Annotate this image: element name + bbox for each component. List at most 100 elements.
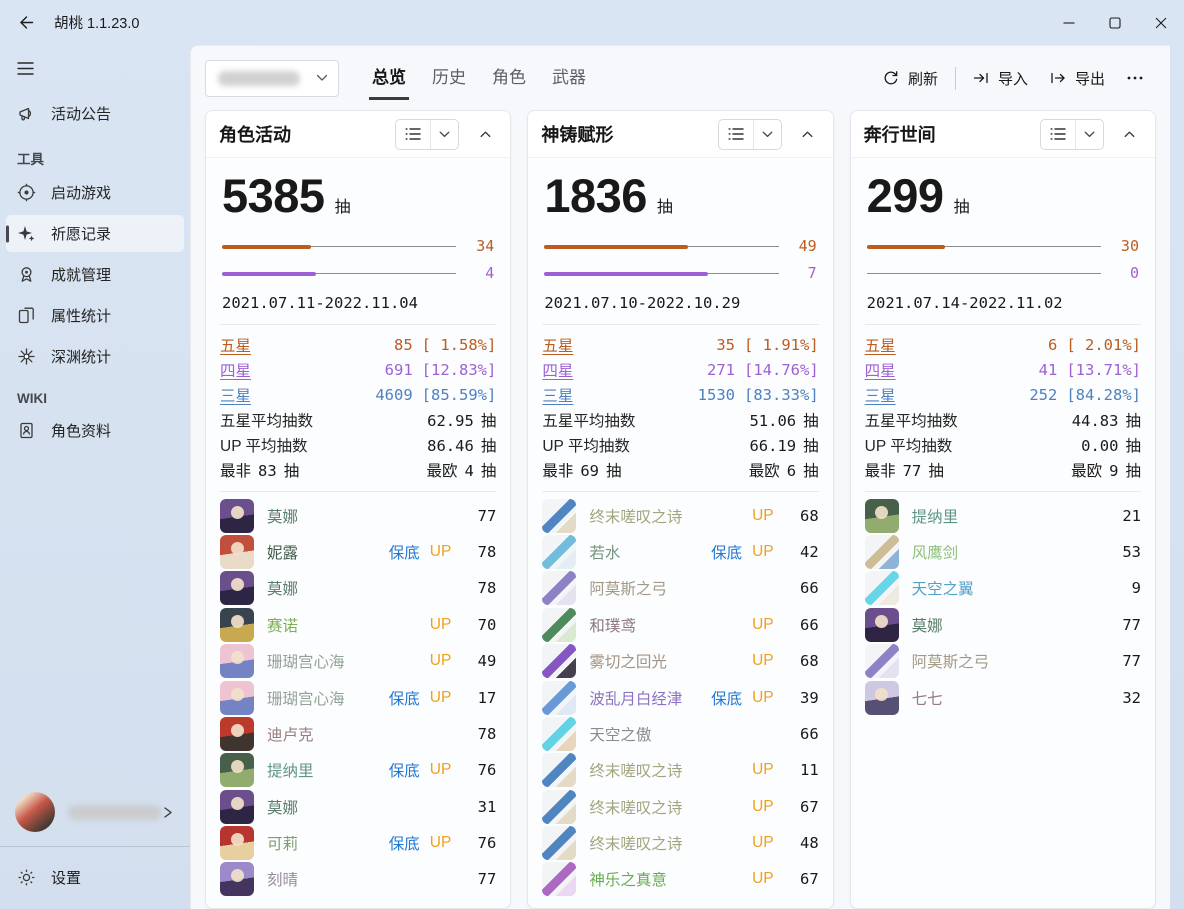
sidebar-item-label: 成就管理: [51, 264, 111, 285]
more-options-button[interactable]: [1116, 63, 1154, 93]
total-pulls-unit: 抽: [657, 193, 673, 217]
export-button[interactable]: 导出: [1039, 61, 1116, 96]
uid-selector-dropdown[interactable]: [205, 60, 339, 97]
item-portrait: [542, 681, 576, 715]
pity-bars: 49 7: [542, 237, 818, 282]
gacha-item-row[interactable]: 莫娜 77: [865, 607, 1141, 643]
stat-3star-label[interactable]: 三星: [542, 384, 573, 406]
gacha-item-row[interactable]: 神乐之真意 UP 67: [542, 861, 818, 897]
stat-3star-label[interactable]: 三星: [865, 384, 896, 406]
gacha-item-row[interactable]: 可莉 保底 UP 76: [220, 825, 496, 861]
gacha-item-row[interactable]: 天空之傲 66: [542, 716, 818, 752]
gacha-item-row[interactable]: 妮露 保底 UP 78: [220, 534, 496, 570]
tab-overview[interactable]: 总览: [369, 56, 409, 100]
item-name: 珊瑚宫心海: [267, 650, 345, 672]
stats-section: 五星 85[ 1.58%] 四星 691[12.83%] 三星 4609[85.…: [220, 324, 496, 482]
item-portrait: [542, 717, 576, 751]
pull-count: 21: [1108, 507, 1141, 525]
gacha-item-row[interactable]: 终末嗟叹之诗 UP 67: [542, 789, 818, 825]
item-name: 天空之翼: [912, 577, 974, 599]
item-portrait: [220, 571, 254, 605]
gacha-item-row[interactable]: 风鹰剑 53: [865, 534, 1141, 570]
stat-4star-label[interactable]: 四星: [865, 359, 896, 381]
collapse-card-button[interactable]: [1115, 119, 1145, 149]
close-button[interactable]: [1138, 0, 1184, 45]
tab-weapons[interactable]: 武器: [549, 56, 589, 100]
sidebar-item-launch-game[interactable]: 启动游戏: [6, 174, 184, 211]
gacha-item-row[interactable]: 阿莫斯之弓 66: [542, 570, 818, 606]
maximize-button[interactable]: [1092, 0, 1138, 45]
gacha-item-row[interactable]: 终末嗟叹之诗 UP 11: [542, 752, 818, 788]
gacha-item-row[interactable]: 珊瑚宫心海 UP 49: [220, 643, 496, 679]
stat-3star-label[interactable]: 三星: [220, 384, 251, 406]
card-title: 奔行世间: [864, 121, 936, 147]
sidebar-item-label: 启动游戏: [51, 182, 111, 203]
pull-count: 48: [786, 834, 819, 852]
sidebar-item-announcements[interactable]: 活动公告: [6, 95, 184, 132]
gacha-item-row[interactable]: 若水 保底 UP 42: [542, 534, 818, 570]
sidebar-item-attribute-stats[interactable]: 属性统计: [6, 297, 184, 334]
minimize-button[interactable]: [1046, 0, 1092, 45]
pull-count: 11: [786, 761, 819, 779]
gacha-item-row[interactable]: 莫娜 78: [220, 570, 496, 606]
gacha-item-row[interactable]: 波乱月白经津 保底 UP 39: [542, 679, 818, 715]
pity-bar-5star: 30: [865, 237, 1141, 255]
best-pulls: 最欧9抽: [1071, 459, 1141, 481]
tab-characters[interactable]: 角色: [489, 56, 529, 100]
gacha-item-row[interactable]: 终末嗟叹之诗 UP 48: [542, 825, 818, 861]
up-badge: UP: [430, 689, 452, 707]
back-button[interactable]: [10, 8, 42, 38]
sidebar-section-tools: 工具: [17, 148, 190, 168]
gacha-item-row[interactable]: 天空之翼 9: [865, 570, 1141, 606]
item-name: 妮露: [267, 541, 298, 563]
list-view-button[interactable]: [1041, 120, 1075, 149]
gacha-item-row[interactable]: 莫娜 77: [220, 497, 496, 533]
gacha-item-row[interactable]: 赛诺 UP 70: [220, 607, 496, 643]
list-mode-dropdown-button[interactable]: [430, 120, 458, 149]
account-row[interactable]: [6, 784, 184, 840]
item-portrait: [865, 499, 899, 533]
gacha-item-row[interactable]: 七七 32: [865, 679, 1141, 715]
pity-value-5star: 34: [476, 237, 494, 255]
gacha-item-row[interactable]: 终末嗟叹之诗 UP 68: [542, 497, 818, 533]
pull-count: 66: [786, 725, 819, 743]
gacha-item-row[interactable]: 阿莫斯之弓 77: [865, 643, 1141, 679]
toolbar: 总览 历史 角色 武器 刷新 导入: [191, 46, 1170, 110]
sidebar-item-achievements[interactable]: 成就管理: [6, 256, 184, 293]
gacha-item-row[interactable]: 提纳里 保底 UP 76: [220, 752, 496, 788]
gacha-item-row[interactable]: 和璞鸢 UP 66: [542, 607, 818, 643]
list-view-button[interactable]: [719, 120, 753, 149]
sidebar-item-settings[interactable]: 设置: [6, 855, 184, 899]
list-view-button[interactable]: [396, 120, 430, 149]
pull-count: 67: [786, 870, 819, 888]
sidebar-item-character-wiki[interactable]: 角色资料: [6, 412, 184, 449]
gacha-item-row[interactable]: 珊瑚宫心海 保底 UP 17: [220, 679, 496, 715]
stat-5star-label[interactable]: 五星: [220, 334, 251, 356]
list-mode-dropdown-button[interactable]: [753, 120, 781, 149]
item-name: 和璞鸢: [589, 614, 636, 636]
stat-4star: 四星 271[14.76%]: [542, 357, 818, 382]
gacha-item-row[interactable]: 提纳里 21: [865, 497, 1141, 533]
gacha-item-row[interactable]: 莫娜 31: [220, 789, 496, 825]
close-icon: [1155, 17, 1167, 29]
pull-count: 9: [1108, 579, 1141, 597]
stat-4star-label[interactable]: 四星: [542, 359, 573, 381]
sidebar-item-label: 祈愿记录: [51, 223, 111, 244]
import-button[interactable]: 导入: [962, 61, 1039, 96]
stat-5star-label[interactable]: 五星: [865, 334, 896, 356]
collapse-card-button[interactable]: [470, 119, 500, 149]
stat-5star-label[interactable]: 五星: [542, 334, 573, 356]
collapse-card-button[interactable]: [793, 119, 823, 149]
tab-history[interactable]: 历史: [429, 56, 469, 100]
sidebar-item-abyss-stats[interactable]: 深渊统计: [6, 338, 184, 375]
list-mode-dropdown-button[interactable]: [1075, 120, 1103, 149]
gacha-item-row[interactable]: 迪卢克 78: [220, 716, 496, 752]
pull-count: 70: [463, 616, 496, 634]
item-name: 阿莫斯之弓: [589, 577, 667, 599]
gacha-item-row[interactable]: 刻晴 77: [220, 861, 496, 897]
nav-toggle-button[interactable]: [6, 51, 44, 85]
gacha-item-row[interactable]: 雾切之回光 UP 68: [542, 643, 818, 679]
refresh-button[interactable]: 刷新: [872, 61, 949, 96]
stat-4star-label[interactable]: 四星: [220, 359, 251, 381]
sidebar-item-wish-records[interactable]: 祈愿记录: [6, 215, 184, 252]
